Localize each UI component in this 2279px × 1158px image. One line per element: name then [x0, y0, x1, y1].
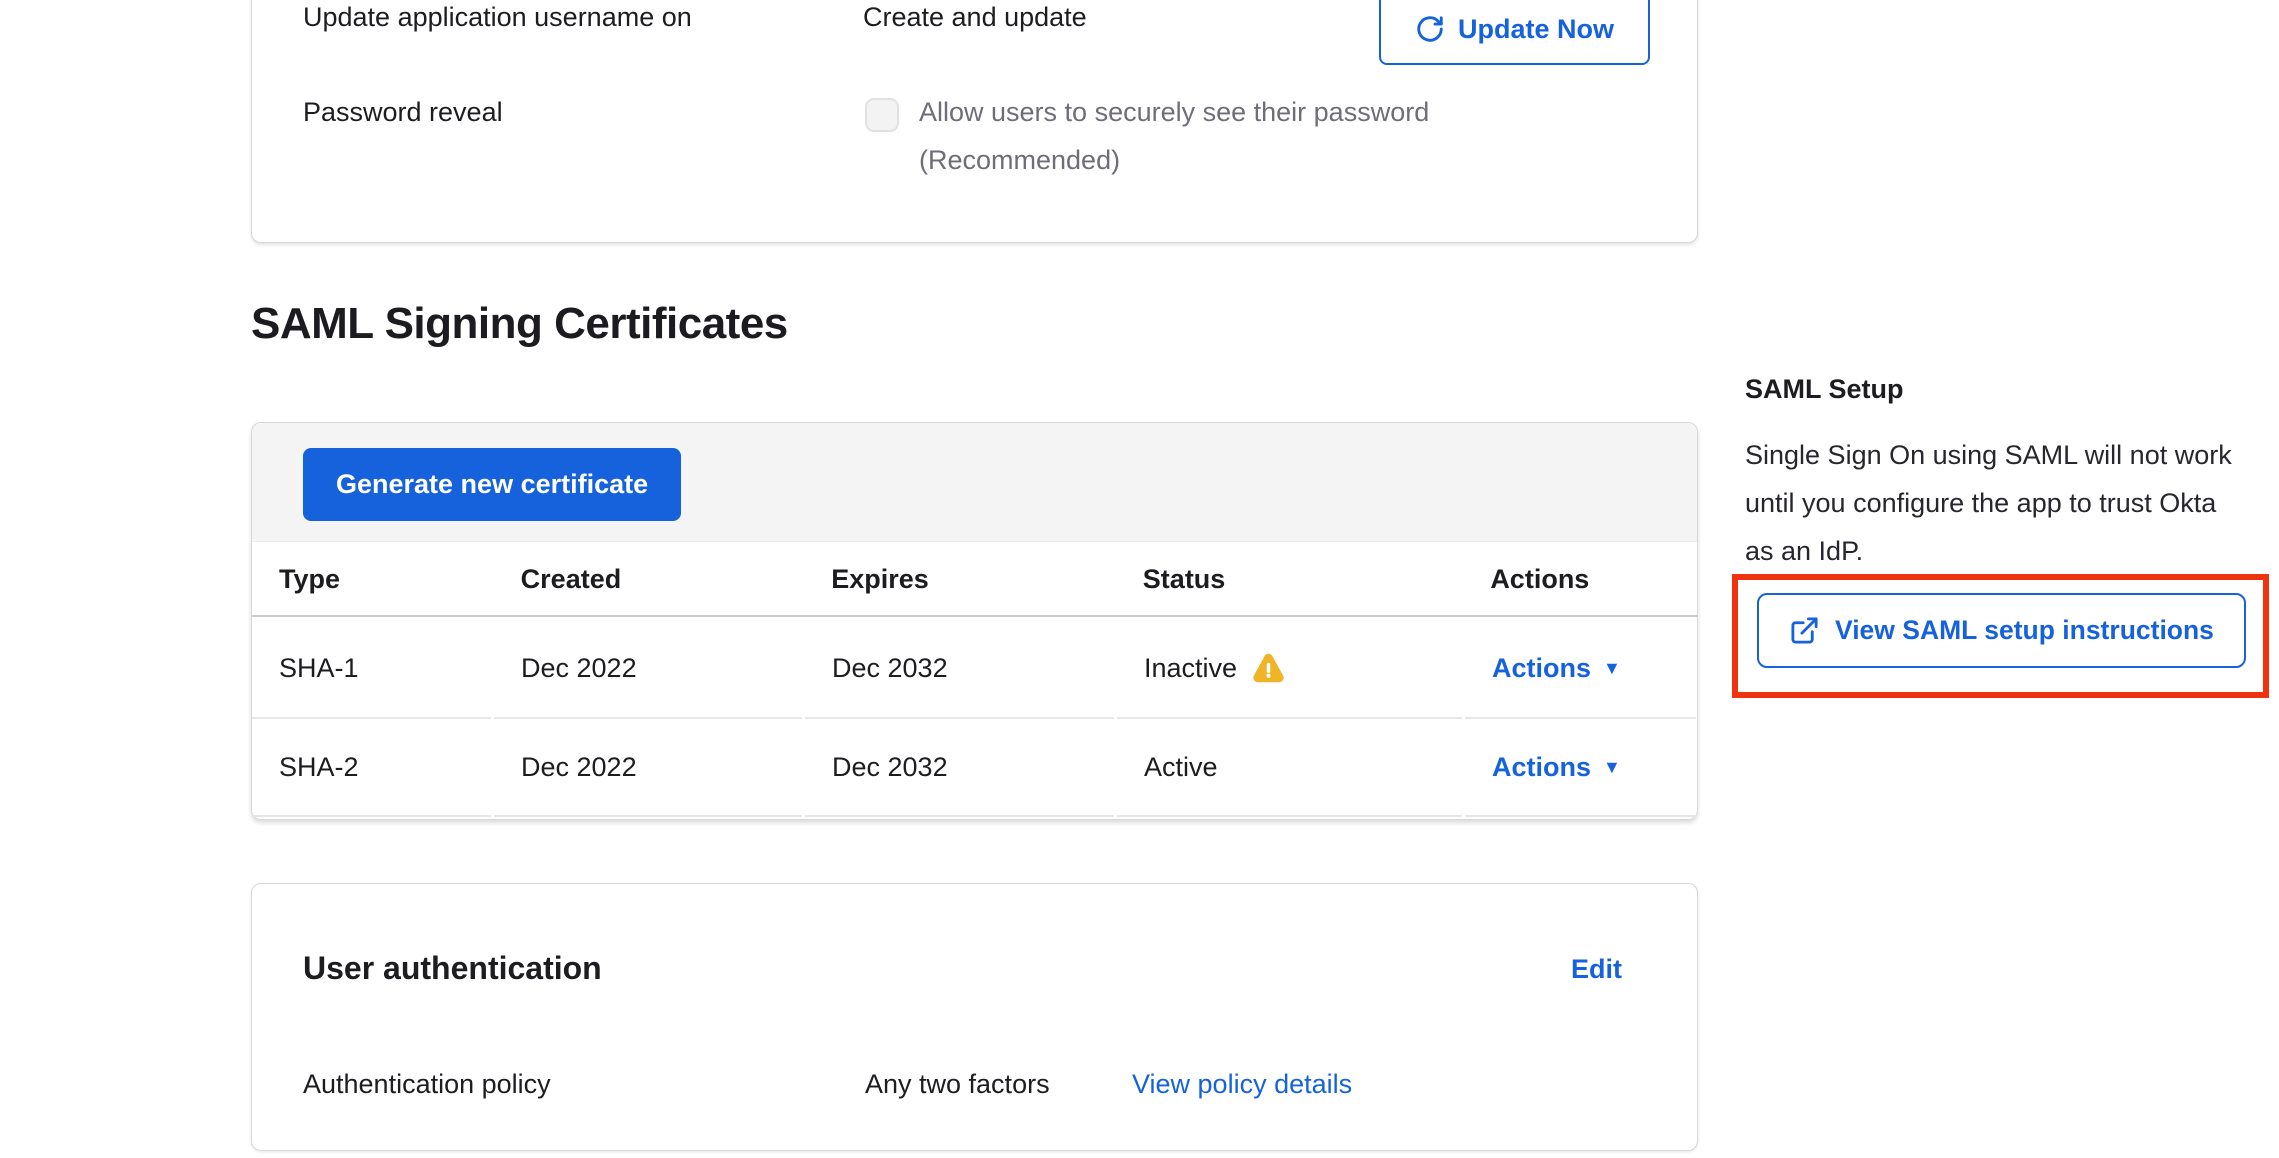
edit-link[interactable]: Edit — [1571, 954, 1622, 985]
view-saml-setup-instructions-label: View SAML setup instructions — [1835, 615, 2214, 646]
cell-type: SHA-1 — [252, 619, 491, 719]
column-header-type: Type — [252, 543, 491, 615]
username-update-label: Update application username on — [303, 1, 692, 34]
cell-type: SHA-2 — [252, 719, 491, 817]
page-title: SAML Signing Certificates — [251, 299, 788, 349]
cell-expires: Dec 2032 — [805, 619, 1114, 719]
cell-created: Dec 2022 — [494, 619, 802, 719]
sign-on-settings-page: Update application username on Create an… — [0, 0, 2279, 1158]
update-now-button[interactable]: Update Now — [1379, 0, 1650, 65]
saml-certificates-card: Generate new certificate Type Created Ex… — [251, 422, 1698, 820]
password-reveal-checkbox[interactable] — [865, 98, 899, 132]
column-header-actions: Actions — [1463, 543, 1694, 615]
username-update-value: Create and update — [863, 1, 1087, 34]
password-reveal-label: Password reveal — [303, 96, 503, 129]
authentication-policy-label: Authentication policy — [303, 1068, 551, 1101]
cell-actions: Actions ▼ — [1465, 619, 1696, 719]
certificates-table-header: Type Created Expires Status Actions — [252, 543, 1697, 617]
saml-setup-title: SAML Setup — [1745, 374, 1904, 405]
cell-created: Dec 2022 — [494, 719, 802, 817]
update-now-label: Update Now — [1458, 14, 1614, 45]
column-header-expires: Expires — [804, 543, 1113, 615]
column-header-status: Status — [1116, 543, 1461, 615]
generate-new-certificate-label: Generate new certificate — [336, 469, 648, 500]
caret-down-icon: ▼ — [1603, 758, 1621, 776]
cell-status: Inactive — [1117, 619, 1462, 719]
user-authentication-title: User authentication — [303, 950, 602, 987]
actions-dropdown-sha2[interactable]: Actions ▼ — [1492, 752, 1621, 783]
authentication-policy-value: Any two factors — [865, 1068, 1050, 1101]
actions-label: Actions — [1492, 752, 1591, 783]
user-authentication-card: User authentication Edit Authentication … — [251, 883, 1698, 1151]
table-row-sha2: SHA-2 Dec 2022 Dec 2032 Active Actions ▼ — [252, 719, 1697, 817]
actions-dropdown-sha1[interactable]: Actions ▼ — [1492, 653, 1621, 684]
cell-expires: Dec 2032 — [805, 719, 1114, 817]
view-policy-details-link[interactable]: View policy details — [1132, 1068, 1352, 1101]
cell-actions: Actions ▼ — [1465, 719, 1696, 817]
external-link-icon — [1789, 615, 1820, 646]
status-text: Inactive — [1144, 653, 1237, 684]
column-header-created: Created — [494, 543, 802, 615]
generate-new-certificate-button[interactable]: Generate new certificate — [303, 448, 681, 521]
warning-icon — [1252, 652, 1285, 685]
caret-down-icon: ▼ — [1603, 659, 1621, 677]
refresh-icon — [1415, 14, 1445, 44]
status-text: Active — [1144, 752, 1218, 783]
table-row-sha1: SHA-1 Dec 2022 Dec 2032 Inactive Actions… — [252, 619, 1697, 719]
cell-status: Active — [1117, 719, 1462, 817]
view-saml-setup-instructions-button[interactable]: View SAML setup instructions — [1757, 593, 2246, 668]
password-reveal-checkbox-label: Allow users to securely see their passwo… — [919, 96, 1429, 129]
password-reveal-checkbox-label-2: (Recommended) — [919, 144, 1120, 177]
actions-label: Actions — [1492, 653, 1591, 684]
provisioning-settings-card: Update application username on Create an… — [251, 0, 1698, 243]
saml-setup-description: Single Sign On using SAML will not work … — [1745, 431, 2250, 575]
